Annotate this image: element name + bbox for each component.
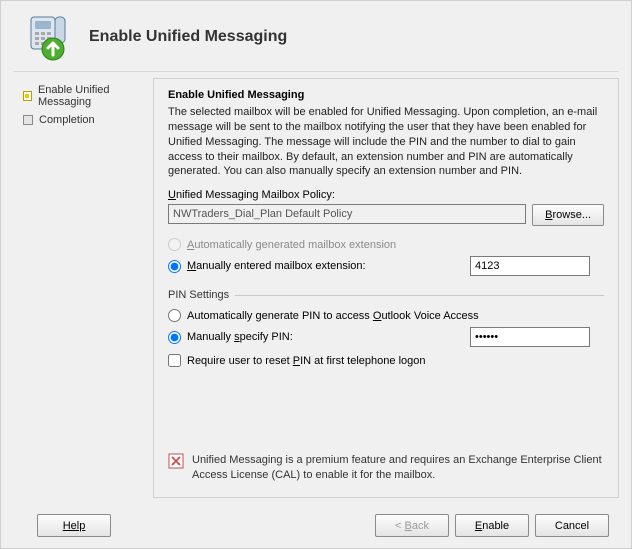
extension-manual-radio-row: Manually entered mailbox extension: <box>168 255 604 277</box>
info-text: Unified Messaging is a premium feature a… <box>192 453 604 483</box>
help-button[interactable]: Help <box>37 514 111 537</box>
sidebar-step-enable-um: Enable Unified Messaging <box>23 84 149 108</box>
pin-auto-label: Automatically generate PIN to access Out… <box>187 310 479 322</box>
pin-manual-radio-row: Manually specify PIN: <box>168 326 604 348</box>
require-reset-label: Require user to reset PIN at first telep… <box>187 355 425 367</box>
extension-manual-label: Manually entered mailbox extension: <box>187 260 366 272</box>
um-policy-input <box>168 204 526 224</box>
wizard-content: Enable Unified Messaging The selected ma… <box>153 78 619 498</box>
phone-um-icon <box>25 13 73 61</box>
wizard-header: Enable Unified Messaging <box>1 1 631 71</box>
step-active-icon <box>23 91 32 101</box>
step-label: Enable Unified Messaging <box>38 84 149 108</box>
info-icon <box>168 453 184 469</box>
cancel-button[interactable]: Cancel <box>535 514 609 537</box>
step-inactive-icon <box>23 115 33 125</box>
extension-auto-radio <box>168 238 181 251</box>
back-button: < Back <box>375 514 449 537</box>
wizard-footer: Help < Back Enable Cancel <box>1 498 631 537</box>
enable-button[interactable]: Enable <box>455 514 529 537</box>
extension-auto-label: Automatically generated mailbox extensio… <box>187 239 396 251</box>
info-note: Unified Messaging is a premium feature a… <box>168 453 604 483</box>
page-description: The selected mailbox will be enabled for… <box>168 105 604 179</box>
wizard-title: Enable Unified Messaging <box>89 28 287 46</box>
pin-settings-group: PIN Settings <box>168 289 604 301</box>
page-title: Enable Unified Messaging <box>168 89 604 101</box>
policy-label: Unified Messaging Mailbox Policy: <box>168 189 604 201</box>
require-reset-row: Require user to reset PIN at first telep… <box>168 354 604 367</box>
extension-auto-radio-row: Automatically generated mailbox extensio… <box>168 238 604 251</box>
require-reset-checkbox[interactable] <box>168 354 181 367</box>
browse-button[interactable]: Browse... <box>532 204 604 226</box>
extension-input[interactable] <box>470 256 590 276</box>
wizard-sidebar: Enable Unified Messaging Completion <box>13 78 153 498</box>
pin-manual-label: Manually specify PIN: <box>187 331 293 343</box>
divider <box>13 71 619 72</box>
step-label: Completion <box>39 114 95 126</box>
pin-manual-radio[interactable] <box>168 331 181 344</box>
pin-input[interactable] <box>470 327 590 347</box>
sidebar-step-completion: Completion <box>23 114 149 126</box>
pin-auto-radio-row: Automatically generate PIN to access Out… <box>168 309 604 322</box>
pin-auto-radio[interactable] <box>168 309 181 322</box>
extension-manual-radio[interactable] <box>168 260 181 273</box>
pin-settings-label: PIN Settings <box>168 289 229 301</box>
